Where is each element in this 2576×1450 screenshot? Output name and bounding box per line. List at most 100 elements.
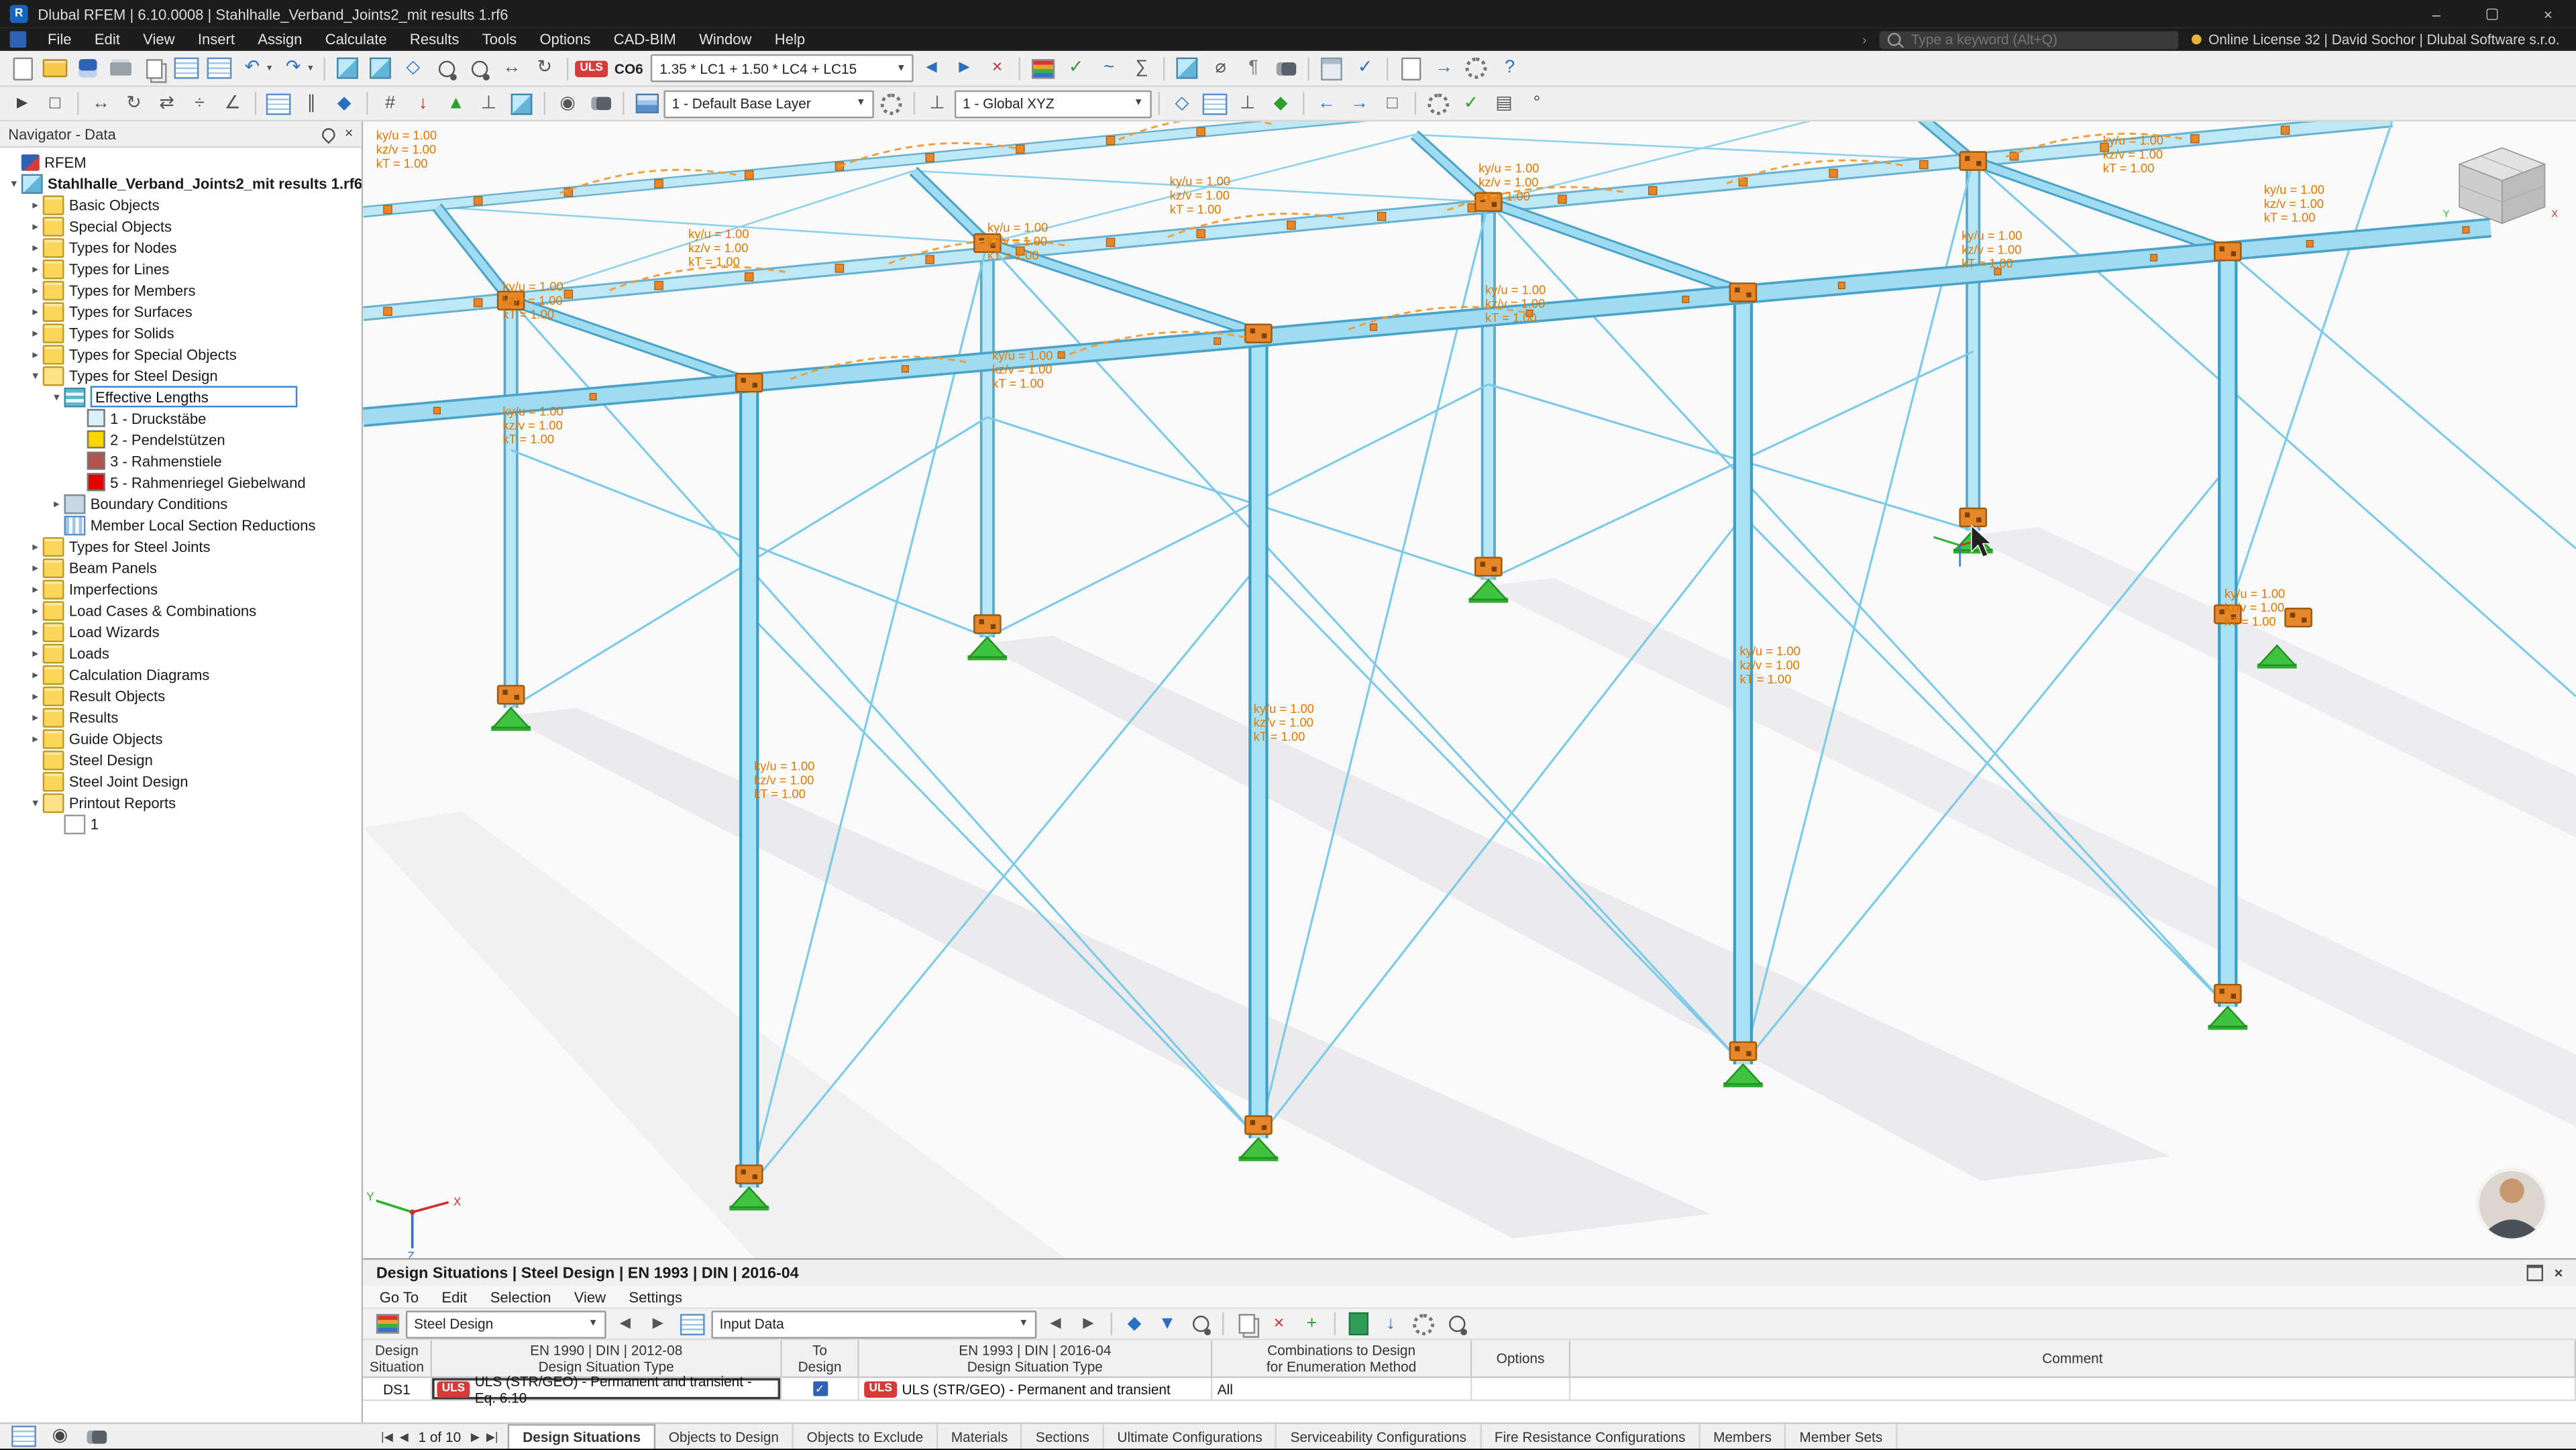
tree-expander-icon[interactable]: ▸ xyxy=(28,625,43,638)
previous-combination-icon[interactable]: ◄ xyxy=(916,54,947,82)
tree-item-special-objects[interactable]: ▸ Special Objects xyxy=(0,215,362,237)
settings-icon[interactable] xyxy=(1461,54,1493,82)
tree-item-types-for-nodes[interactable]: ▸ Types for Nodes xyxy=(0,237,362,258)
float-panel-icon[interactable] xyxy=(2526,1264,2543,1282)
model-viewport[interactable]: ky/u = 1.00 kz/v = 1.00 kT = 1.00 ky/u = 1.… xyxy=(363,121,2576,1258)
menu-tools[interactable]: Tools xyxy=(471,28,529,51)
delete-rows-icon[interactable]: × xyxy=(1263,1310,1295,1338)
minimize-button[interactable]: – xyxy=(2408,0,2464,28)
tree-expander-icon[interactable]: ▾ xyxy=(7,176,21,190)
tab-objects-to-exclude[interactable]: Objects to Exclude xyxy=(794,1424,938,1449)
tab-objects-to-design[interactable]: Objects to Design xyxy=(655,1424,794,1449)
tree-expander-icon[interactable]: ▸ xyxy=(28,347,43,360)
pin-icon[interactable] xyxy=(319,124,337,144)
zoom-window-icon[interactable] xyxy=(431,54,462,82)
tree-item-1[interactable]: 1 xyxy=(0,813,362,834)
tree-expander-icon[interactable]: ▸ xyxy=(28,219,43,232)
tree-item-types-for-surfaces[interactable]: ▸ Types for Surfaces xyxy=(0,300,362,322)
steel-joints[interactable] xyxy=(496,151,2312,1184)
tree-item-types-for-steel-design[interactable]: ▾ Types for Steel Design xyxy=(0,365,362,386)
tree-item-boundary-conditions[interactable]: ▸ Boundary Conditions xyxy=(0,493,362,514)
margins-icon[interactable]: ▤ xyxy=(1489,89,1520,117)
cell-design-situation-id[interactable]: DS1 xyxy=(363,1378,433,1401)
table-view-select[interactable]: Input Data ▼ xyxy=(711,1310,1037,1338)
tree-item-steel-joint-design[interactable]: Steel Joint Design xyxy=(0,771,362,792)
user-defined-view-icon[interactable] xyxy=(585,89,616,117)
menu-assign[interactable]: Assign xyxy=(246,28,313,51)
tree-item-effective-lengths[interactable]: ▾ xyxy=(0,386,362,408)
coordinate-system-icon[interactable]: ⊥ xyxy=(922,89,953,117)
import-data-icon[interactable]: ↓ xyxy=(1375,1310,1407,1338)
tree-item-printout-reports[interactable]: ▾ Printout Reports xyxy=(0,791,362,813)
tree-expander-icon[interactable]: ▾ xyxy=(49,390,64,403)
panel-menu-selection[interactable]: Selection xyxy=(480,1288,561,1304)
cell-options[interactable] xyxy=(1472,1378,1571,1401)
tree-expander-icon[interactable]: ▾ xyxy=(28,369,43,382)
annotation-icon[interactable]: ¶ xyxy=(1238,54,1269,82)
show-results-icon[interactable] xyxy=(1028,54,1059,82)
clipping-plane-icon[interactable] xyxy=(1172,54,1203,82)
menu-edit[interactable]: Edit xyxy=(83,28,131,51)
pan-view-icon[interactable]: ↔ xyxy=(496,54,528,82)
connect-members-icon[interactable]: ∠ xyxy=(217,89,248,117)
tree-expander-icon[interactable]: ▸ xyxy=(28,582,43,596)
snap-toggle-icon[interactable]: ◆ xyxy=(1265,89,1297,117)
save-model-icon[interactable] xyxy=(72,54,104,82)
object-snap-icon[interactable]: ◆ xyxy=(329,89,360,117)
open-model-icon[interactable] xyxy=(40,54,71,82)
tab-members[interactable]: Members xyxy=(1700,1424,1786,1449)
tree-item-3-rahmenstiele[interactable]: 3 - Rahmenstiele xyxy=(0,450,362,471)
close-panel-icon[interactable]: × xyxy=(2555,1265,2563,1280)
cell-comment[interactable] xyxy=(1570,1378,2576,1401)
tree-item-guide-objects[interactable]: ▸ Guide Objects xyxy=(0,728,362,749)
tab-ultimate-configurations[interactable]: Ultimate Configurations xyxy=(1104,1424,1277,1449)
measure-icon[interactable]: ⌀ xyxy=(1205,54,1236,82)
maximize-button[interactable]: ▢ xyxy=(2464,0,2520,28)
divide-member-icon[interactable]: ÷ xyxy=(184,89,215,117)
full-screen-icon[interactable]: □ xyxy=(1377,89,1408,117)
tab-design-situations[interactable]: Design Situations xyxy=(508,1424,656,1449)
tab-sections[interactable]: Sections xyxy=(1022,1424,1104,1449)
table-list-icon[interactable] xyxy=(8,1423,40,1450)
next-table-icon[interactable]: ► xyxy=(1073,1310,1104,1338)
menubar-app-icon[interactable] xyxy=(9,31,27,48)
tree-item-results[interactable]: ▸ Results xyxy=(0,706,362,728)
menu-options[interactable]: Options xyxy=(528,28,602,51)
export-excel-icon[interactable] xyxy=(1342,1310,1374,1338)
previous-table-icon[interactable]: ◄ xyxy=(1040,1310,1071,1338)
tree-expander-icon[interactable]: ▸ xyxy=(28,262,43,275)
input-data-icon[interactable] xyxy=(677,1310,708,1338)
render-settings-icon[interactable] xyxy=(1423,89,1454,117)
tree-item-beam-panels[interactable]: ▸ Beam Panels xyxy=(0,557,362,578)
steel-design-addon-icon[interactable] xyxy=(371,1310,402,1338)
coordinate-system-select[interactable]: 1 - Global XYZ ▼ xyxy=(954,89,1152,118)
search-input[interactable] xyxy=(1907,30,2171,50)
tree-item-result-objects[interactable]: ▸ Result Objects xyxy=(0,685,362,706)
next-row-button[interactable]: ▶ xyxy=(471,1430,480,1443)
undo-caret-icon[interactable]: ▾ xyxy=(263,54,276,82)
mirror-icon[interactable]: ⇄ xyxy=(151,89,182,117)
panel-menu-view[interactable]: View xyxy=(564,1288,616,1304)
render-wireframe-icon[interactable] xyxy=(365,54,396,82)
jump-to-graphic-icon[interactable]: ◆ xyxy=(1119,1310,1150,1338)
tree-item-types-for-steel-joints[interactable]: ▸ Types for Steel Joints xyxy=(0,535,362,557)
menu-view[interactable]: View xyxy=(131,28,186,51)
tree-item-imperfections[interactable]: ▸ Imperfections xyxy=(0,578,362,600)
zoom-all-icon[interactable] xyxy=(464,54,495,82)
insert-row-icon[interactable]: + xyxy=(1296,1310,1328,1338)
tree-item-basic-objects[interactable]: ▸ Basic Objects xyxy=(0,194,362,215)
guidelines-icon[interactable]: ∥ xyxy=(296,89,327,117)
show-local-axes-icon[interactable]: ⊥ xyxy=(473,89,504,117)
tree-item-stahlhalle-verband-joints2-mit-results-1-rf6[interactable]: ▾ Stahlhalle_Verband_Joints2_mit results … xyxy=(0,172,362,194)
table-settings-icon[interactable] xyxy=(1408,1310,1440,1338)
panel-menu-settings[interactable]: Settings xyxy=(619,1288,692,1304)
menu-window[interactable]: Window xyxy=(688,28,763,51)
tree-item-2-pendelst-tzen[interactable]: 2 - Pendelstützen xyxy=(0,429,362,450)
clear-results-icon[interactable]: × xyxy=(981,54,1013,82)
move-copy-icon[interactable]: ↔ xyxy=(85,89,117,117)
tree-item-member-local-section-reductions[interactable]: Member Local Section Reductions xyxy=(0,514,362,536)
tree-item-types-for-members[interactable]: ▸ Types for Members xyxy=(0,279,362,300)
load-combination-select[interactable]: 1.35 * LC1 + 1.50 * LC4 + LC15 ▼ xyxy=(651,54,914,82)
previous-view-icon[interactable]: ← xyxy=(1311,89,1342,117)
tree-expander-icon[interactable]: ▸ xyxy=(49,497,64,510)
